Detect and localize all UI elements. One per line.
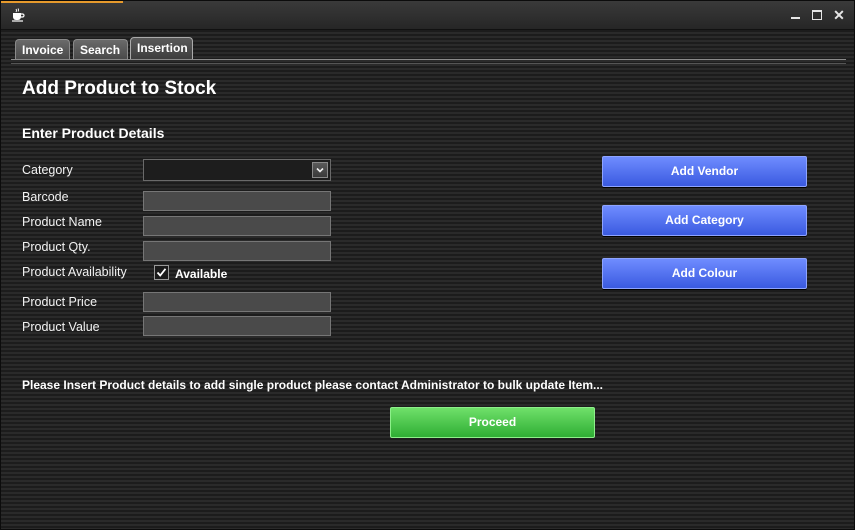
checkmark-icon	[156, 268, 167, 277]
product-qty-field[interactable]	[143, 241, 331, 261]
product-name-label: Product Name	[22, 215, 102, 229]
availability-checkbox-label[interactable]: Available	[175, 267, 227, 281]
tab-divider-inner	[11, 63, 846, 64]
title-bar[interactable]: ✕	[1, 1, 854, 30]
tab-invoice[interactable]: Invoice	[15, 39, 70, 59]
product-qty-label: Product Qty.	[22, 240, 91, 254]
page-title: Add Product to Stock	[22, 78, 217, 99]
tab-divider	[11, 59, 846, 60]
instruction-notice: Please Insert Product details to add sin…	[22, 378, 603, 392]
close-icon: ✕	[833, 7, 845, 23]
product-value-label: Product Value	[22, 320, 100, 334]
product-name-field[interactable]	[143, 216, 331, 236]
app-window: ✕ Invoice Search Insertion Add Product t…	[0, 0, 855, 530]
chevron-down-icon	[316, 167, 324, 173]
product-value-field[interactable]	[143, 316, 331, 336]
product-price-field[interactable]	[143, 292, 331, 312]
product-price-label: Product Price	[22, 295, 98, 309]
barcode-field[interactable]	[143, 191, 331, 211]
barcode-label: Barcode	[22, 190, 69, 204]
tab-search[interactable]: Search	[73, 39, 128, 59]
category-label: Category	[22, 163, 73, 177]
dropdown-button[interactable]	[312, 162, 328, 178]
maximize-icon	[812, 10, 822, 20]
title-accent-strip	[1, 1, 123, 3]
close-button[interactable]: ✕	[829, 5, 849, 25]
category-dropdown[interactable]	[143, 159, 331, 181]
availability-checkbox[interactable]	[154, 265, 169, 280]
minimize-button[interactable]	[785, 5, 805, 25]
product-availability-label: Product Availability	[22, 265, 127, 279]
coffee-cup-icon	[12, 8, 25, 22]
section-title: Enter Product Details	[22, 125, 165, 141]
add-vendor-button[interactable]: Add Vendor	[602, 156, 807, 187]
tab-insertion[interactable]: Insertion	[130, 37, 193, 60]
proceed-button[interactable]: Proceed	[390, 407, 595, 438]
maximize-button[interactable]	[807, 5, 827, 25]
add-category-button[interactable]: Add Category	[602, 205, 807, 236]
add-colour-button[interactable]: Add Colour	[602, 258, 807, 289]
minimize-icon	[791, 17, 800, 19]
